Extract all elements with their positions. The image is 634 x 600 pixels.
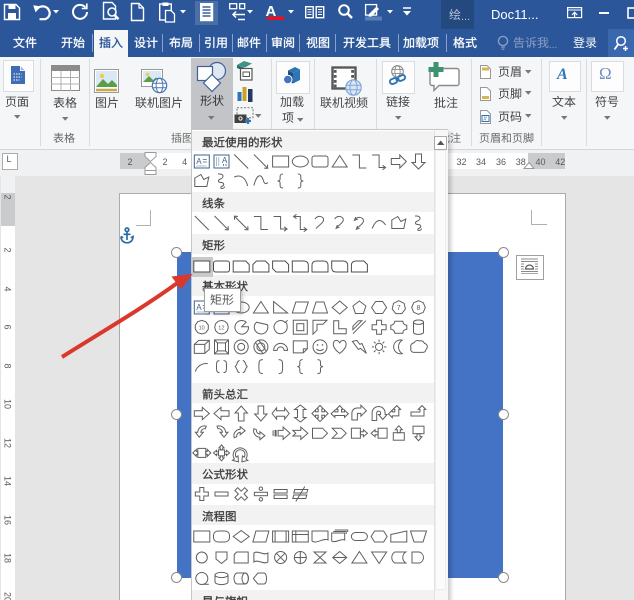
svg-text:A: A [222,156,228,165]
svg-text:7: 7 [397,305,401,312]
svg-text:A: A [196,157,202,166]
svg-text:8: 8 [417,305,421,312]
svg-text:12: 12 [218,326,224,332]
